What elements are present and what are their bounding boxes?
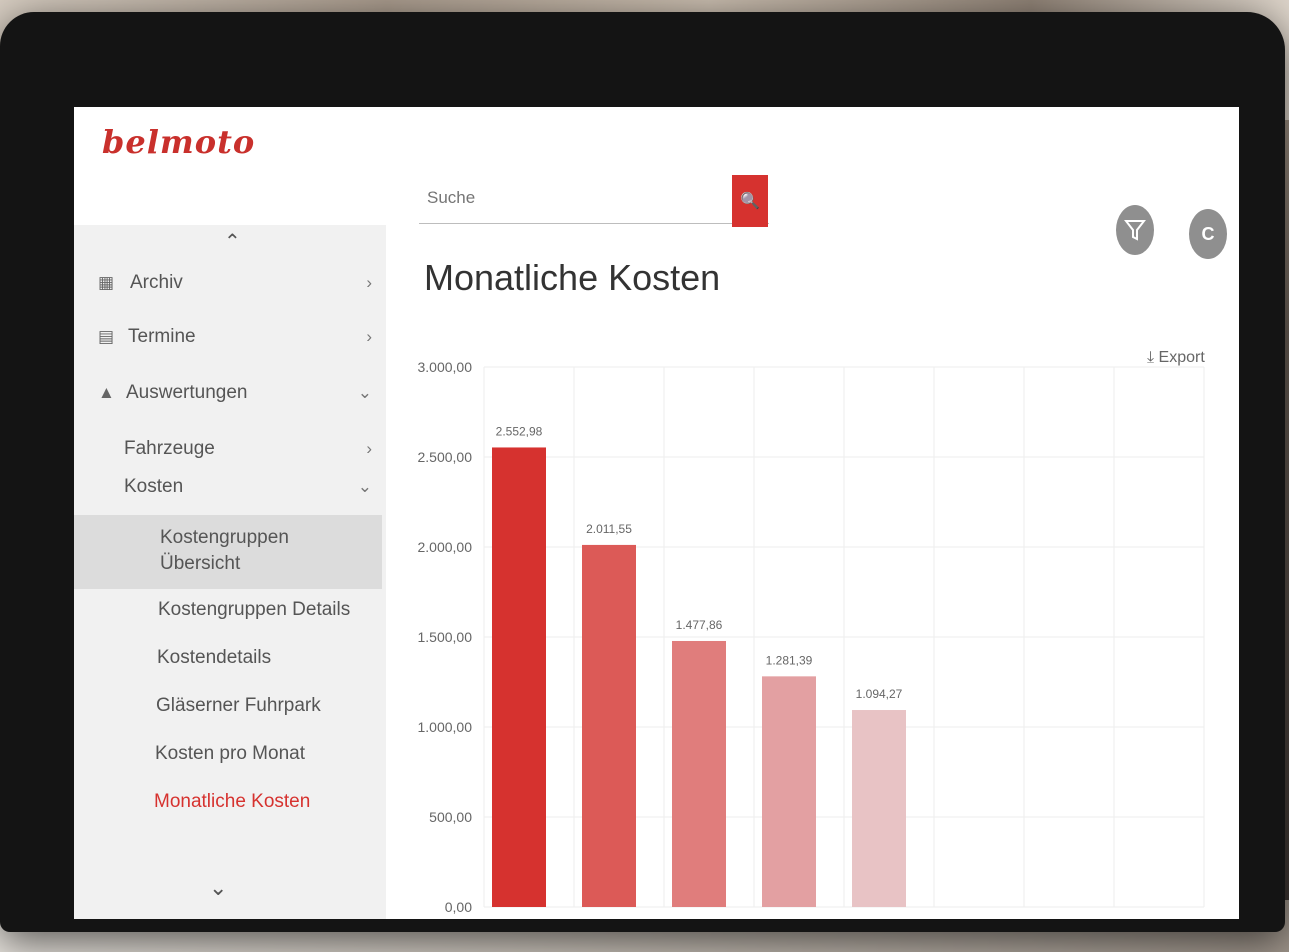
sidebar-subitem-label: Kostendetails (157, 647, 272, 668)
search-bar: 🔍 (419, 175, 769, 227)
search-button[interactable]: 🔍 (732, 175, 768, 227)
archive-icon: ▦ (98, 273, 115, 292)
filter-button[interactable] (1116, 205, 1154, 255)
sidebar-subitem-kosten-pro-monat[interactable]: Kosten pro Monat (74, 737, 386, 771)
y-tick-label: 500,00 (429, 809, 472, 825)
page-title: Monatliche Kosten (424, 257, 721, 298)
bar-value-label: 1.281,39 (766, 653, 813, 667)
sidebar-subitem-kostendetails[interactable]: Kostendetails (74, 641, 386, 675)
chevron-right-icon: › (366, 439, 372, 458)
sidebar-subitem-label: Kostengruppen Details (158, 599, 351, 620)
sidebar-subitem-monatliche-kosten[interactable]: Monatliche Kosten (74, 785, 386, 819)
sidebar-subitem-kostengruppen-details[interactable]: Kostengruppen Details (74, 593, 386, 627)
chevron-down-icon: ⌄ (357, 477, 372, 496)
search-icon: 🔍 (740, 193, 760, 210)
bar (492, 447, 546, 907)
bar-value-label: 2.552,98 (496, 424, 543, 438)
y-tick-label: 0,00 (445, 899, 472, 915)
sidebar-item-termine[interactable]: ▤ Termine › (74, 319, 386, 355)
sidebar-subitem-kostengruppen-uebersicht[interactable]: Kostengruppen Übersicht (74, 521, 289, 581)
scroll-down-button[interactable]: ⌄ (209, 875, 227, 901)
sidebar-item-label: Kosten (124, 476, 184, 497)
chevron-down-icon: ⌄ (357, 383, 372, 402)
sidebar-subitem-glaeserner-fuhrpark[interactable]: Gläserner Fuhrpark (74, 689, 386, 723)
sidebar-subitem-label: Kosten pro Monat (155, 743, 305, 764)
app-logo[interactable]: belmoto (102, 123, 255, 161)
monthly-costs-chart: 0,00 500,00 1.000,00 1.500,00 2.000,00 2.500,… (418, 359, 1205, 915)
sidebar-subitem-label: Kostengruppen Übersicht (160, 527, 289, 574)
sidebar-item-label: Auswertungen (126, 382, 248, 403)
user-initial: C (1201, 223, 1215, 244)
sidebar-item-fahrzeuge[interactable]: Fahrzeuge › (74, 431, 386, 467)
monitor-bezel: belmoto 🔍 C ⌃ ▦ Archiv › ▤ Ter (0, 12, 1285, 932)
search-input[interactable] (425, 183, 729, 213)
app-screen: belmoto 🔍 C ⌃ ▦ Archiv › ▤ Ter (74, 107, 1239, 919)
sidebar-subitem-label: Monatliche Kosten (154, 791, 311, 812)
y-tick-label: 2.500,00 (418, 449, 473, 465)
y-tick-label: 1.500,00 (418, 629, 473, 645)
sidebar-item-label: Termine (128, 326, 196, 347)
bar (672, 640, 726, 907)
bar (852, 710, 906, 907)
filter-icon (1124, 220, 1146, 241)
chevron-right-icon: › (366, 327, 372, 346)
bar (762, 676, 816, 907)
calendar-icon: ▤ (98, 327, 115, 346)
sidebar-item-kosten[interactable]: Kosten ⌄ (74, 469, 386, 505)
y-tick-label: 1.000,00 (418, 719, 473, 735)
bar-value-label: 1.094,27 (856, 687, 903, 701)
y-tick-label: 3.000,00 (418, 359, 473, 375)
sidebar-item-archiv[interactable]: ▦ Archiv › (74, 265, 386, 301)
sidebar: ⌃ ▦ Archiv › ▤ Termine › ▲ Auswertungen … (74, 225, 386, 919)
bar (582, 544, 636, 907)
sidebar-subitem-label: Gläserner Fuhrpark (156, 695, 321, 716)
chart-icon: ▲ (98, 383, 115, 402)
sidebar-item-label: Fahrzeuge (124, 438, 215, 459)
bar-value-label: 2.011,55 (586, 522, 632, 536)
sidebar-item-label: Archiv (130, 272, 183, 293)
user-avatar-button[interactable]: C (1189, 209, 1227, 259)
chevron-right-icon: › (366, 273, 372, 292)
y-tick-label: 2.000,00 (418, 539, 473, 555)
sidebar-item-auswertungen[interactable]: ▲ Auswertungen ⌄ (74, 375, 386, 411)
scroll-up-button[interactable]: ⌃ (224, 229, 241, 254)
bar-value-label: 1.477,86 (676, 618, 723, 632)
